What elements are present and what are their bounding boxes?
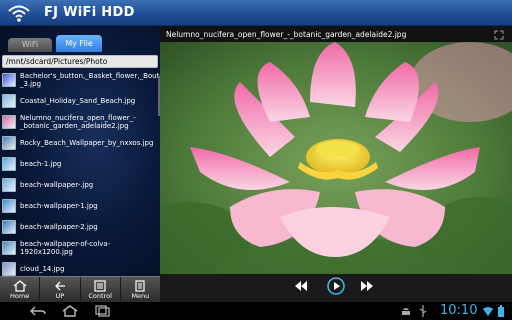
previous-icon[interactable]: [294, 279, 308, 293]
up-label: UP: [55, 292, 65, 300]
file-thumbnail: [2, 177, 16, 192]
home-label: Home: [10, 292, 30, 300]
lotus-photo[interactable]: [160, 42, 512, 286]
file-list-item[interactable]: beach-wallpaper-.jpg: [0, 174, 160, 195]
tab-my-file[interactable]: My File: [56, 35, 102, 52]
file-thumbnail: [2, 114, 16, 129]
file-name: Bachelor's_button,_Basket_flower,_Bouton…: [20, 71, 160, 88]
file-name: beach-wallpaper-of-colva-1920x1200.jpg: [20, 239, 111, 256]
file-name: Coastal_Holiday_Sand_Beach.jpg: [20, 96, 136, 105]
play-icon[interactable]: [326, 276, 346, 296]
file-thumbnail: [2, 156, 16, 171]
file-list-item[interactable]: beach-wallpaper-1.jpg: [0, 195, 160, 216]
bottom-toolbar: Home UP Control Menu: [0, 276, 160, 302]
wifi-logo-icon: [8, 5, 30, 22]
battery-icon: [498, 305, 504, 317]
playback-controls: [160, 274, 512, 302]
app-title: FJ WiFi HDD: [44, 5, 135, 20]
file-list-item[interactable]: Bachelor's_button,_Basket_flower,_Bouton…: [0, 69, 160, 90]
tab-wifi[interactable]: WiFi: [8, 38, 52, 52]
image-viewer: Nelumno_nucifera_open_flower_-_botanic_g…: [160, 26, 512, 302]
next-icon[interactable]: [360, 279, 374, 293]
file-thumbnail: [2, 240, 16, 255]
app-titlebar: FJ WiFi HDD: [0, 0, 512, 26]
system-bar: 10:10: [0, 302, 512, 320]
back-icon[interactable]: [30, 305, 46, 317]
wifi-signal-icon: [483, 307, 493, 316]
control-icon: [94, 280, 106, 292]
file-thumbnail: [2, 219, 16, 234]
file-name: cloud_14.jpg: [20, 264, 65, 273]
file-list-item[interactable]: cloud_14.jpg: [0, 258, 160, 276]
file-name: Rocky_Beach_Wallpaper_by_nxxos.jpg: [20, 138, 154, 147]
path-bar: /mnt/sdcard/Pictures/Photo: [2, 55, 158, 68]
file-list-item[interactable]: beach-wallpaper-2.jpg: [0, 216, 160, 237]
recent-apps-icon[interactable]: [94, 305, 110, 317]
menu-button[interactable]: Menu: [121, 277, 160, 302]
control-label: Control: [88, 292, 112, 300]
file-thumbnail: [2, 93, 16, 108]
menu-label: Menu: [131, 292, 150, 300]
file-list-item[interactable]: Rocky_Beach_Wallpaper_by_nxxos.jpg: [0, 132, 160, 153]
file-name: beach-wallpaper-2.jpg: [20, 222, 98, 231]
control-button[interactable]: Control: [81, 277, 121, 302]
file-thumbnail: [2, 261, 16, 276]
file-list-item[interactable]: beach-1.jpg: [0, 153, 160, 174]
up-arrow-icon: [54, 281, 65, 291]
file-thumbnail: [2, 198, 16, 213]
file-thumbnail: [2, 135, 16, 150]
file-list: Bachelor's_button,_Basket_flower,_Bouton…: [0, 69, 160, 276]
clock: 10:10: [440, 303, 478, 318]
fullscreen-icon[interactable]: [494, 30, 504, 40]
usb-icon: [419, 305, 427, 317]
file-name: beach-wallpaper-1.jpg: [20, 201, 98, 210]
android-icon: [402, 308, 410, 315]
file-list-item[interactable]: Coastal_Holiday_Sand_Beach.jpg: [0, 90, 160, 111]
file-list-item[interactable]: Nelumno_nucifera_open_flower_-_botanic_g…: [0, 111, 160, 132]
file-name: Nelumno_nucifera_open_flower_-_botanic_g…: [20, 113, 136, 130]
image-title: Nelumno_nucifera_open_flower_-_botanic_g…: [166, 30, 407, 39]
file-browser-panel: WiFi My File /mnt/sdcard/Pictures/Photo …: [0, 26, 160, 276]
home-icon: [13, 280, 27, 292]
file-thumbnail: [2, 72, 16, 87]
tab-bar: WiFi My File: [4, 35, 156, 52]
file-name: beach-1.jpg: [20, 159, 62, 168]
up-button[interactable]: UP: [40, 277, 81, 302]
home-nav-icon[interactable]: [62, 305, 78, 317]
home-button[interactable]: Home: [0, 277, 41, 302]
file-name: beach-wallpaper-.jpg: [20, 180, 94, 189]
menu-icon: [135, 280, 145, 292]
file-list-item[interactable]: beach-wallpaper-of-colva-1920x1200.jpg: [0, 237, 160, 258]
